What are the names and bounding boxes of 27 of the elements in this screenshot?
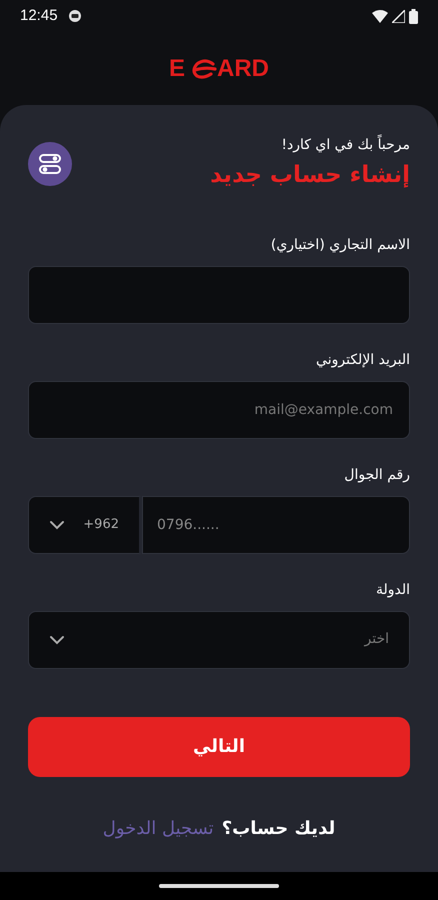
battery-icon [409, 8, 418, 24]
toggle-settings-icon [38, 152, 62, 175]
wifi-icon [372, 10, 388, 22]
signal-icon [392, 10, 405, 22]
settings-button[interactable] [28, 142, 72, 186]
logo-swoosh-icon [191, 58, 217, 78]
country-dropdown[interactable]: اختر [28, 610, 410, 668]
home-indicator[interactable] [159, 884, 279, 888]
field-label: الدولة [374, 580, 410, 600]
status-time: 12:45 [20, 6, 58, 26]
notification-icon [68, 9, 82, 23]
chevron-down-icon [49, 634, 65, 644]
field-label: البريد الإلكتروني [315, 350, 410, 370]
input-field[interactable]: mail@example.com [28, 380, 410, 438]
login-link[interactable]: تسجيل الدخول [102, 814, 214, 842]
logo-text: E [168, 54, 185, 84]
phone-input[interactable]: 0796...... [142, 496, 410, 554]
account-question: لديك حساب؟ [222, 816, 336, 840]
welcome-text: مرحباً بك في اي كارد! [210, 135, 410, 156]
next-button[interactable]: التالي [28, 716, 410, 776]
logo-text: ARD [217, 54, 269, 84]
field-label: رقم الجوال [343, 466, 410, 484]
country-code-dropdown[interactable]: +962 [28, 496, 142, 554]
input-field[interactable] [28, 266, 410, 324]
page-title: إنشاء حساب جديد [210, 161, 410, 190]
chevron-down-icon [49, 520, 65, 530]
field-label: الاسم التجاري (اختياري) [270, 236, 410, 254]
